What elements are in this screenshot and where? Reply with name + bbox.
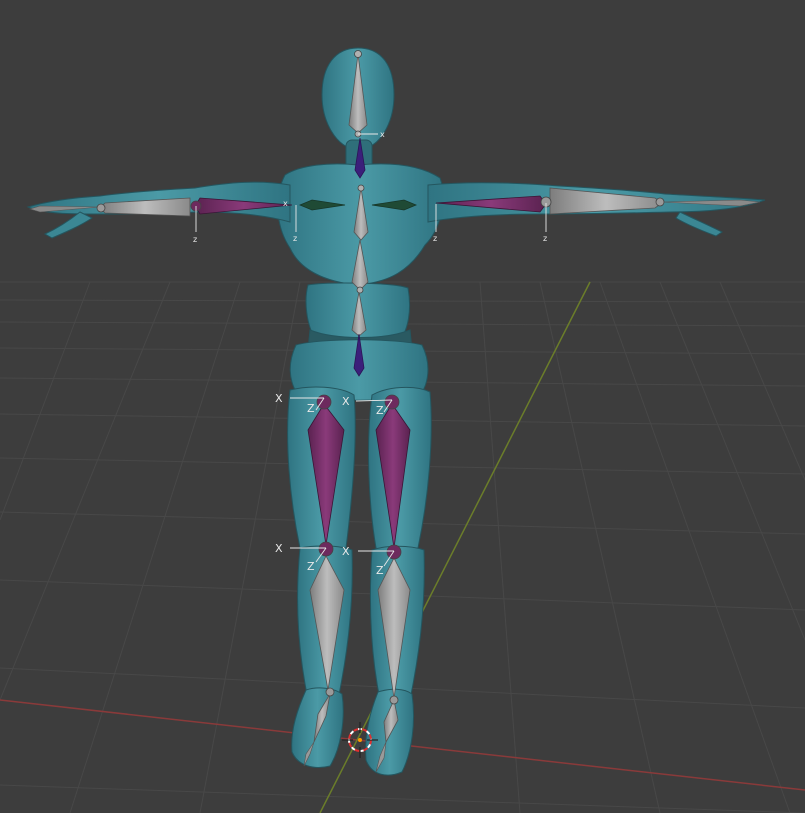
axis-label-x-hip-left: X (275, 392, 283, 405)
axis-label-z-shoulder-left: z (193, 235, 197, 244)
axis-label-x-hip-right: X (342, 395, 350, 408)
joint-spine[interactable] (356, 286, 364, 294)
joint-knee-left[interactable] (318, 541, 334, 557)
axis-label-x-head: x (380, 130, 385, 139)
viewport-canvas[interactable]: X Z X Z X Z X Z z z z z x x (0, 0, 805, 813)
joint-ankle-right[interactable] (389, 695, 399, 705)
axis-label-z-knee-right: Z (376, 564, 384, 577)
joint-head-tip[interactable] (354, 50, 362, 58)
axis-label-z-clavicle-left: z (293, 234, 297, 243)
axis-label-x-knee-right: X (342, 545, 350, 558)
axis-label-z-clavicle-right: z (433, 234, 437, 243)
joint-wrist-left[interactable] (96, 203, 106, 213)
axis-label-z-hip-left: Z (307, 402, 315, 415)
axis-label-z-hip-right: Z (376, 404, 384, 417)
joint-chest[interactable] (357, 184, 365, 192)
axis-label-x-clavicle: x (283, 199, 288, 208)
axis-label-z-shoulder-right: z (543, 234, 547, 243)
joint-wrist-right[interactable] (655, 197, 665, 207)
3d-viewport[interactable]: X Z X Z X Z X Z z z z z x x (0, 0, 805, 813)
joint-ankle-left[interactable] (325, 687, 335, 697)
joint-hip-left[interactable] (316, 394, 332, 410)
axis-label-z-knee-left: Z (307, 560, 315, 573)
axis-label-x-knee-left: X (275, 542, 283, 555)
joint-knee-right[interactable] (386, 544, 402, 560)
